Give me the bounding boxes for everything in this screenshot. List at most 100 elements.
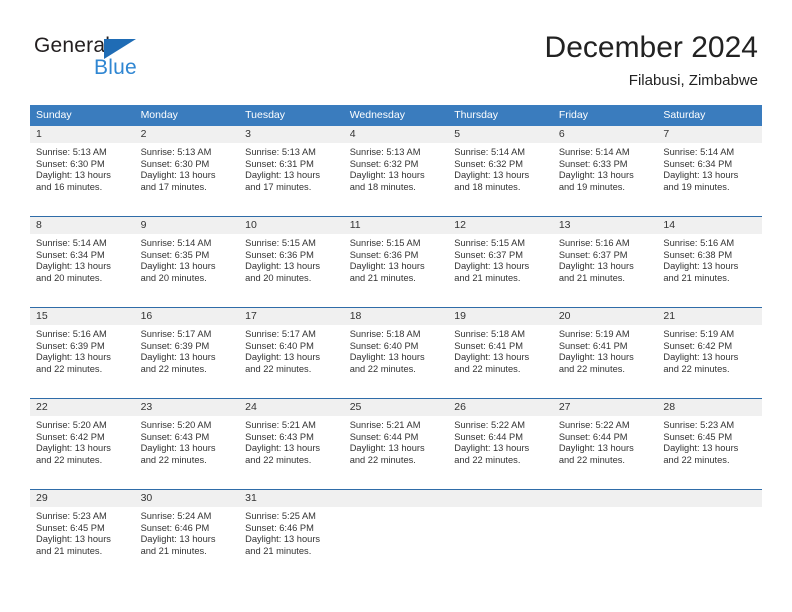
day-daylight-1-text: Daylight: 13 hours	[140, 261, 216, 272]
calendar-day-cell[interactable]: 23 Sunrise: 5:20 AM Sunset: 6:43 PM Dayligh…	[134, 398, 240, 490]
day-cell-content: 2 Sunrise: 5:13 AM Sunset: 6:30 PM Daylight…	[134, 126, 240, 216]
day-daylight-2-text: and 22 minutes.	[663, 363, 730, 374]
day-number: 19	[448, 308, 553, 325]
day-daylight-2-text: and 22 minutes.	[245, 363, 312, 374]
day-number: 14	[657, 217, 762, 234]
day-sunset-text: Sunset: 6:35 PM	[140, 249, 210, 260]
day-sun-info: Sunrise: 5:17 AM Sunset: 6:40 PM Daylight:…	[239, 325, 344, 375]
day-cell-content: 19 Sunrise: 5:18 AM Sunset: 6:41 PM Dayligh…	[448, 308, 553, 398]
day-sunset-text: Sunset: 6:41 PM	[558, 340, 628, 351]
day-sunrise-text: Sunrise: 5:17 AM	[245, 329, 316, 339]
day-sunrise-text: Sunrise: 5:24 AM	[140, 511, 212, 521]
day-daylight-1-text: Daylight: 13 hours	[558, 443, 634, 454]
day-sunset-text: Sunset: 6:45 PM	[663, 431, 733, 442]
day-daylight-1-text: Daylight: 13 hours	[454, 443, 530, 454]
day-sun-info: Sunrise: 5:21 AM Sunset: 6:44 PM Daylight:…	[344, 416, 449, 466]
day-cell-content	[657, 490, 762, 580]
calendar-day-cell[interactable]: 7 Sunrise: 5:14 AM Sunset: 6:34 PM Daylight…	[657, 126, 762, 217]
day-number: 22	[30, 399, 135, 416]
calendar-day-cell[interactable]: 2 Sunrise: 5:13 AM Sunset: 6:30 PM Daylight…	[134, 126, 240, 217]
day-number: 17	[239, 308, 344, 325]
calendar-day-cell[interactable]: 22 Sunrise: 5:20 AM Sunset: 6:42 PM Dayligh…	[30, 398, 135, 490]
day-sun-info: Sunrise: 5:16 AM Sunset: 6:37 PM Daylight:…	[553, 234, 658, 284]
day-sun-info: Sunrise: 5:20 AM Sunset: 6:42 PM Daylight:…	[30, 416, 135, 466]
calendar-day-cell[interactable]: 1 Sunrise: 5:13 AM Sunset: 6:30 PM Daylight…	[30, 126, 135, 217]
brand-logo[interactable]: General Blue	[34, 34, 214, 86]
day-number	[552, 490, 658, 507]
calendar-day-cell[interactable]: 4 Sunrise: 5:13 AM Sunset: 6:32 PM Daylight…	[343, 126, 449, 217]
calendar-week-row: 22 Sunrise: 5:20 AM Sunset: 6:42 PM Dayligh…	[30, 398, 762, 490]
day-sun-info: Sunrise: 5:14 AM Sunset: 6:35 PM Daylight:…	[135, 234, 240, 284]
calendar-day-cell[interactable]: 29 Sunrise: 5:23 AM Sunset: 6:45 PM Dayligh…	[30, 489, 135, 580]
calendar-day-cell[interactable]: 11 Sunrise: 5:15 AM Sunset: 6:36 PM Dayligh…	[343, 216, 449, 308]
day-daylight-1-text: Daylight: 13 hours	[558, 170, 634, 181]
day-sunrise-text: Sunrise: 5:16 AM	[663, 238, 735, 248]
calendar-day-cell[interactable]: 19 Sunrise: 5:18 AM Sunset: 6:41 PM Dayligh…	[448, 307, 553, 399]
day-number: 21	[657, 308, 762, 325]
calendar-day-cell-empty	[657, 489, 762, 580]
day-daylight-1-text: Daylight: 13 hours	[454, 261, 530, 272]
day-daylight-2-text: and 21 minutes.	[36, 545, 103, 556]
calendar-day-cell[interactable]: 14 Sunrise: 5:16 AM Sunset: 6:38 PM Dayligh…	[657, 216, 762, 308]
day-sunrise-text: Sunrise: 5:13 AM	[140, 147, 212, 157]
calendar-week-row: 1 Sunrise: 5:13 AM Sunset: 6:30 PM Daylight…	[30, 126, 762, 217]
day-daylight-1-text: Daylight: 13 hours	[140, 443, 216, 454]
calendar-day-cell[interactable]: 16 Sunrise: 5:17 AM Sunset: 6:39 PM Dayligh…	[134, 307, 240, 399]
day-number: 28	[657, 399, 762, 416]
calendar-table: Sunday Monday Tuesday Wednesday Thursday Frid…	[30, 105, 762, 580]
calendar-day-cell[interactable]: 13 Sunrise: 5:16 AM Sunset: 6:37 PM Dayligh…	[552, 216, 658, 308]
day-sunrise-text: Sunrise: 5:22 AM	[454, 420, 526, 430]
day-daylight-2-text: and 22 minutes.	[558, 454, 625, 465]
calendar-day-cell[interactable]: 30 Sunrise: 5:24 AM Sunset: 6:46 PM Dayligh…	[134, 489, 240, 580]
day-daylight-2-text: and 18 minutes.	[349, 181, 416, 192]
day-daylight-2-text: and 21 minutes.	[454, 272, 521, 283]
calendar-day-cell[interactable]: 10 Sunrise: 5:15 AM Sunset: 6:36 PM Dayligh…	[239, 216, 344, 308]
day-number: 31	[239, 490, 344, 507]
calendar-day-cell[interactable]: 5 Sunrise: 5:14 AM Sunset: 6:32 PM Daylight…	[448, 126, 553, 217]
day-number: 8	[30, 217, 135, 234]
weekday-header-wednesday: Wednesday	[343, 105, 449, 126]
weekday-header-tuesday: Tuesday	[239, 105, 344, 126]
day-sunset-text: Sunset: 6:39 PM	[140, 340, 210, 351]
day-number: 27	[552, 399, 658, 416]
calendar-week-row: 8 Sunrise: 5:14 AM Sunset: 6:34 PM Daylight…	[30, 216, 762, 308]
calendar-day-cell[interactable]: 31 Sunrise: 5:25 AM Sunset: 6:46 PM Dayligh…	[239, 489, 344, 580]
day-daylight-1-text: Daylight: 13 hours	[454, 352, 530, 363]
calendar-day-cell[interactable]: 9 Sunrise: 5:14 AM Sunset: 6:35 PM Daylight…	[134, 216, 240, 308]
calendar-day-cell[interactable]: 26 Sunrise: 5:22 AM Sunset: 6:44 PM Dayligh…	[448, 398, 553, 490]
calendar-day-cell[interactable]: 24 Sunrise: 5:21 AM Sunset: 6:43 PM Dayligh…	[239, 398, 344, 490]
calendar-day-cell[interactable]: 28 Sunrise: 5:23 AM Sunset: 6:45 PM Dayligh…	[657, 398, 762, 490]
day-daylight-1-text: Daylight: 13 hours	[245, 534, 321, 545]
calendar-day-cell[interactable]: 8 Sunrise: 5:14 AM Sunset: 6:34 PM Daylight…	[30, 216, 135, 308]
day-daylight-2-text: and 22 minutes.	[140, 454, 207, 465]
day-number: 10	[239, 217, 344, 234]
calendar-day-cell[interactable]: 6 Sunrise: 5:14 AM Sunset: 6:33 PM Daylight…	[552, 126, 658, 217]
day-number: 4	[343, 126, 449, 143]
calendar-day-cell[interactable]: 17 Sunrise: 5:17 AM Sunset: 6:40 PM Dayligh…	[239, 307, 344, 399]
day-daylight-2-text: and 17 minutes.	[245, 181, 312, 192]
day-sun-info: Sunrise: 5:19 AM Sunset: 6:41 PM Daylight:…	[553, 325, 658, 375]
day-cell-content: 26 Sunrise: 5:22 AM Sunset: 6:44 PM Dayligh…	[448, 399, 553, 489]
day-cell-content: 8 Sunrise: 5:14 AM Sunset: 6:34 PM Daylight…	[30, 217, 135, 307]
day-sun-info: Sunrise: 5:20 AM Sunset: 6:43 PM Daylight:…	[135, 416, 240, 466]
calendar-day-cell[interactable]: 12 Sunrise: 5:15 AM Sunset: 6:37 PM Dayligh…	[448, 216, 553, 308]
calendar-day-cell[interactable]: 27 Sunrise: 5:22 AM Sunset: 6:44 PM Dayligh…	[552, 398, 658, 490]
day-sunrise-text: Sunrise: 5:19 AM	[663, 329, 735, 339]
day-sunrise-text: Sunrise: 5:18 AM	[454, 329, 526, 339]
calendar-day-cell[interactable]: 25 Sunrise: 5:21 AM Sunset: 6:44 PM Dayligh…	[343, 398, 449, 490]
day-sun-info: Sunrise: 5:18 AM Sunset: 6:41 PM Daylight:…	[448, 325, 553, 375]
calendar-day-cell[interactable]: 3 Sunrise: 5:13 AM Sunset: 6:31 PM Daylight…	[239, 126, 344, 217]
day-daylight-2-text: and 21 minutes.	[349, 272, 416, 283]
day-sunset-text: Sunset: 6:42 PM	[663, 340, 733, 351]
calendar-day-cell[interactable]: 21 Sunrise: 5:19 AM Sunset: 6:42 PM Dayligh…	[657, 307, 762, 399]
weekday-header-sunday: Sunday	[30, 105, 135, 126]
calendar-day-cell[interactable]: 20 Sunrise: 5:19 AM Sunset: 6:41 PM Dayligh…	[552, 307, 658, 399]
day-sunrise-text: Sunrise: 5:23 AM	[36, 511, 107, 521]
calendar-day-cell[interactable]: 18 Sunrise: 5:18 AM Sunset: 6:40 PM Dayligh…	[343, 307, 449, 399]
day-daylight-2-text: and 19 minutes.	[558, 181, 625, 192]
day-number: 7	[657, 126, 762, 143]
calendar-day-cell[interactable]: 15 Sunrise: 5:16 AM Sunset: 6:39 PM Dayligh…	[30, 307, 135, 399]
day-cell-content	[343, 490, 449, 580]
day-number: 24	[239, 399, 344, 416]
day-sun-info: Sunrise: 5:14 AM Sunset: 6:33 PM Daylight:…	[553, 143, 658, 193]
